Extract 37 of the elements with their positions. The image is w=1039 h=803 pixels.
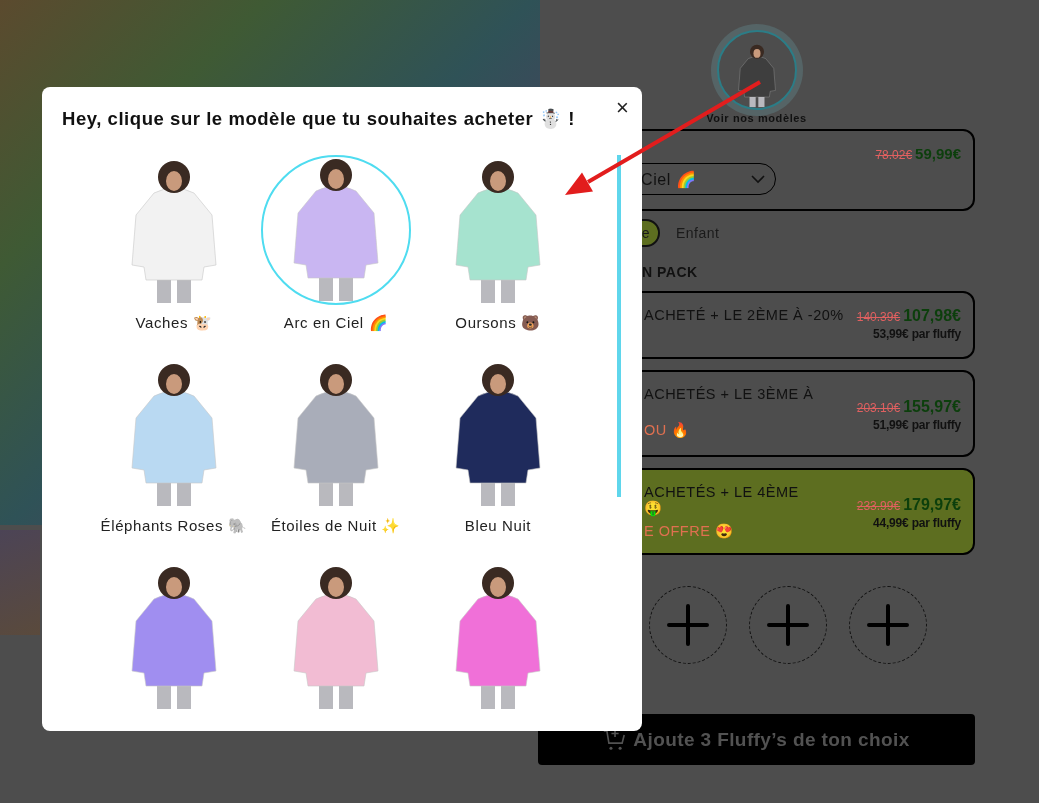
- pack-title: ACHETÉ + LE 2ÈME À -20%: [644, 307, 844, 323]
- model-name: Étoiles de Nuit ✨: [270, 516, 402, 536]
- scrollbar[interactable]: [617, 155, 621, 497]
- old-price: 140.39€: [856, 310, 901, 324]
- model-option[interactable]: Éléphants Roses 🐘: [93, 358, 255, 538]
- cart-icon: [603, 729, 626, 750]
- old-price: 78.02€: [875, 148, 913, 162]
- old-price: 233.99€: [856, 499, 901, 513]
- model-option[interactable]: Étoiles de Nuit ✨: [255, 358, 417, 538]
- modal-title: Hey, clique sur le modèle que tu souhaites acheter ☃ !: [62, 108, 575, 130]
- model-name: Arc en Ciel 🌈: [283, 313, 389, 333]
- pack-note: OU 🔥: [644, 422, 691, 439]
- pack-note: E OFFRE 😍: [644, 523, 735, 540]
- price: 179,97€: [903, 496, 961, 514]
- model-option[interactable]: Vaches 🐮: [93, 155, 255, 335]
- pack-title: ACHETÉS + LE 3ÈME À: [644, 386, 814, 402]
- plus-icon: [667, 604, 709, 646]
- plus-icon: [767, 604, 809, 646]
- unit-price: 51,99€ par fluffy: [873, 418, 961, 432]
- model-name: Bleu Nuit: [464, 516, 532, 536]
- model-option[interactable]: Arc en Ciel 🌈: [255, 155, 417, 335]
- thumbnail-placeholder[interactable]: [0, 530, 40, 635]
- price: 155,97€: [903, 398, 961, 416]
- old-price: 203.10€: [856, 401, 901, 415]
- model-name: Éléphants Roses 🐘: [100, 516, 248, 536]
- price: 59,99€: [915, 145, 961, 162]
- model-name: Vaches 🐮: [135, 313, 213, 333]
- plus-icon: [867, 604, 909, 646]
- close-button[interactable]: ×: [616, 97, 629, 119]
- model-name: Oursons 🐻: [455, 313, 541, 333]
- unit-price: 44,99€ par fluffy: [873, 516, 961, 530]
- price: 107,98€: [903, 307, 961, 325]
- chevron-down-icon: [751, 174, 765, 184]
- unit-price: 53,99€ par fluffy: [873, 327, 961, 341]
- pack-heading: N PACK: [641, 264, 699, 282]
- pack-title: ACHETÉS + LE 4ÈME: [644, 484, 799, 500]
- pack-title: 🤑: [644, 500, 664, 517]
